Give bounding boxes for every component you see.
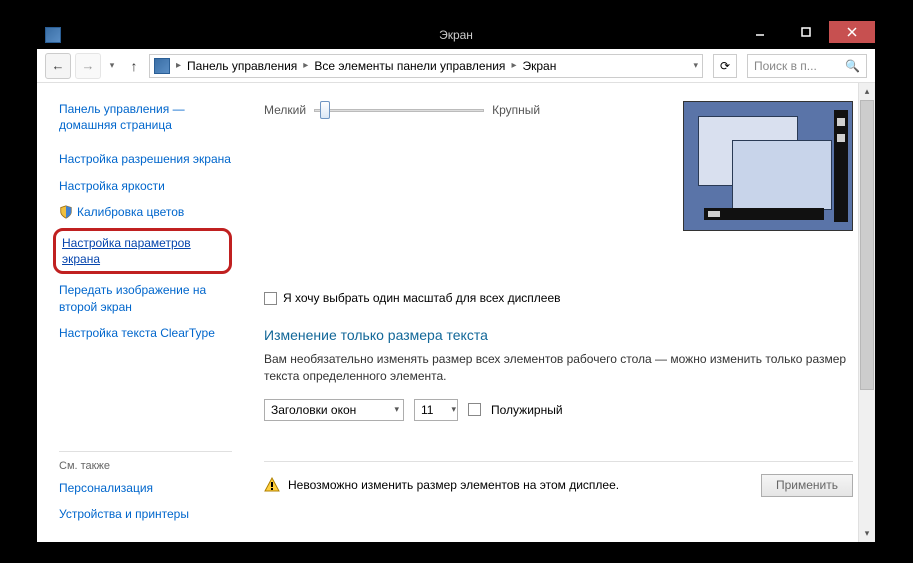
up-button[interactable]: ↑ [123,55,145,77]
app-icon [45,27,61,43]
maximize-button[interactable] [783,21,829,43]
see-also-title: См. также [59,460,232,472]
up-arrow-icon: ↑ [131,58,138,74]
slider-track [314,109,484,112]
scale-slider[interactable] [314,101,484,119]
refresh-button[interactable]: ⟳ [713,54,737,78]
text-size-controls: Заголовки окон ▾ 11 ▾ Полужирный [264,399,853,421]
breadcrumb-item[interactable]: Экран [522,59,556,73]
element-dropdown-value: Заголовки окон [271,403,356,417]
back-button[interactable]: ← [45,53,71,79]
see-also-personalization[interactable]: Персонализация [59,480,232,496]
address-bar[interactable]: ▸ Панель управления ▸ Все элементы панел… [149,54,703,78]
refresh-icon: ⟳ [720,59,730,73]
text-size-section-title: Изменение только размера текста [264,327,853,343]
titlebar: Экран [37,21,875,49]
window-title: Экран [439,28,473,42]
search-icon: 🔍 [845,59,860,73]
footer-row: Невозможно изменить размер элементов на … [264,474,853,497]
apply-button[interactable]: Применить [761,474,853,497]
breadcrumb-item[interactable]: Панель управления [187,59,297,73]
scroll-up-button[interactable]: ▴ [859,83,875,100]
scale-slider-group: Мелкий Крупный [264,101,540,119]
uniform-scale-checkbox[interactable] [264,292,277,305]
main-panel: Мелкий Крупный Я хочу выбрать один масш [242,83,875,542]
chevron-down-icon: ▾ [110,60,115,71]
sidebar-item-cleartype[interactable]: Настройка текста ClearType [59,325,232,341]
highlighted-sidebar-item: Настройка параметров экрана [53,228,232,274]
preview-taskbar-icon [704,208,824,220]
sidebar-item-brightness[interactable]: Настройка яркости [59,178,232,194]
scale-label-large: Крупный [492,103,540,117]
scale-label-small: Мелкий [264,103,306,117]
slider-thumb[interactable] [320,101,330,119]
separator [264,461,853,462]
element-dropdown[interactable]: Заголовки окон ▾ [264,399,404,421]
monitor-preview [683,101,853,231]
navbar: ← → ▾ ↑ ▸ Панель управления ▸ Все элемен… [37,49,875,83]
search-input[interactable]: Поиск в п... 🔍 [747,54,867,78]
preview-window-icon [732,140,832,210]
close-button[interactable] [829,21,875,43]
breadcrumb-sep-icon: ▸ [176,60,181,71]
text-size-section-desc: Вам необязательно изменять размер всех э… [264,351,853,385]
bold-checkbox[interactable] [468,403,481,416]
breadcrumb-sep-icon: ▸ [303,60,308,71]
sidebar-item-display-settings[interactable]: Настройка параметров экрана [62,235,219,267]
history-dropdown[interactable]: ▾ [105,60,119,71]
warning-text: Невозможно изменить размер элементов на … [288,478,619,492]
sidebar-home-link[interactable]: Панель управления — домашняя страница [59,101,232,133]
shield-icon [59,205,73,219]
back-arrow-icon: ← [52,58,65,73]
minimize-button[interactable] [737,21,783,43]
sidebar-item-project[interactable]: Передать изображение на второй экран [59,282,232,314]
forward-arrow-icon: → [82,58,95,73]
scale-row: Мелкий Крупный [264,101,853,231]
uniform-scale-label[interactable]: Я хочу выбрать один масштаб для всех дис… [283,291,561,305]
scrollbar-thumb[interactable] [860,100,874,390]
sidebar: Панель управления — домашняя страница На… [37,83,242,542]
size-dropdown-value: 11 [421,403,433,417]
forward-button[interactable]: → [75,53,101,79]
chevron-down-icon: ▾ [394,404,399,415]
chevron-down-icon: ▾ [451,404,456,415]
uniform-scale-checkbox-row: Я хочу выбрать один масштаб для всех дис… [264,291,853,305]
location-icon [154,58,170,74]
see-also-devices[interactable]: Устройства и принтеры [59,506,232,522]
sidebar-item-resolution[interactable]: Настройка разрешения экрана [59,151,232,167]
breadcrumb-sep-icon: ▸ [511,60,516,71]
breadcrumb-item[interactable]: Все элементы панели управления [314,59,505,73]
sidebar-item-calibration[interactable]: Калибровка цветов [77,204,184,220]
chevron-down-icon[interactable]: ▾ [693,60,698,71]
preview-strip-icon [834,110,848,222]
see-also-section: См. также Персонализация Устройства и пр… [59,451,232,522]
warning-icon [264,477,280,493]
window-controls [737,21,875,49]
bold-label[interactable]: Полужирный [491,403,563,417]
vertical-scrollbar[interactable]: ▴ ▾ [858,83,875,542]
size-dropdown[interactable]: 11 ▾ [414,399,458,421]
window: Экран ← → ▾ ↑ ▸ Панель управления ▸ Все … [36,20,876,543]
scroll-down-button[interactable]: ▾ [859,525,875,542]
content-area: Панель управления — домашняя страница На… [37,83,875,542]
search-placeholder: Поиск в п... [754,59,817,73]
